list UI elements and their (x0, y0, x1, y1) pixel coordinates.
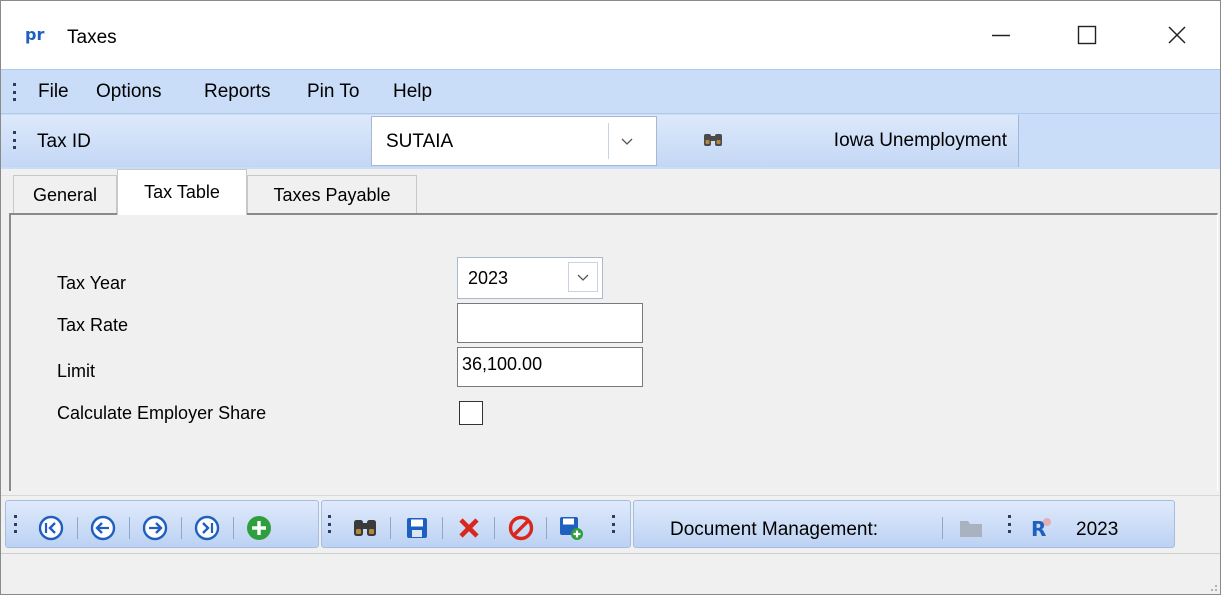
maximize-button[interactable] (1044, 1, 1130, 69)
tax-id-combo[interactable]: SUTAIA (371, 116, 657, 166)
limit-label: Limit (57, 361, 96, 381)
first-record-icon (38, 515, 64, 541)
toolbar-separator (233, 517, 234, 539)
previous-record-button[interactable] (90, 515, 116, 541)
tab-general-label: General (32, 185, 98, 205)
tax-description-button[interactable]: Iowa Unemployment (733, 116, 1017, 166)
tab-tax-table-label: Tax Table (144, 182, 220, 202)
tax-id-strip: Tax ID SUTAIA Iowa Unemployment (1, 115, 1019, 167)
chevron-down-icon (621, 138, 632, 145)
menu-grip-icon[interactable] (13, 83, 17, 101)
find-button[interactable] (352, 515, 378, 541)
year-button[interactable]: R (1028, 515, 1054, 541)
actions-segment (321, 500, 631, 548)
save-new-icon (560, 517, 583, 540)
tax-year-combo[interactable]: 2023 (457, 257, 603, 299)
tax-id-value: SUTAIA (386, 131, 454, 152)
employer-share-label: Calculate Employer Share (57, 403, 267, 423)
year-label[interactable]: 2023 (1076, 519, 1118, 541)
tax-year-value: 2023 (468, 268, 509, 288)
minimize-button[interactable] (958, 1, 1044, 69)
toolbar-separator (494, 517, 495, 539)
tax-table-panel: Tax Year 2023 Tax Rate Limit 36,100.00 C… (9, 213, 1218, 491)
menu-options[interactable]: Options (96, 81, 161, 103)
toolbar-grip-icon[interactable] (612, 515, 616, 533)
last-record-icon (194, 515, 220, 541)
document-management-label[interactable]: Document Management: (670, 519, 878, 541)
tax-description: Iowa Unemployment (833, 130, 1007, 151)
employer-share-checkbox[interactable] (459, 401, 483, 425)
tax-id-toolbar: Tax ID SUTAIA Iowa Unemployment (1, 113, 1220, 169)
reports-r-icon: R (1031, 517, 1051, 541)
tab-taxes-payable[interactable]: Taxes Payable (247, 175, 417, 215)
toolbar-separator (442, 517, 443, 539)
next-record-button[interactable] (142, 515, 168, 541)
delete-button[interactable] (456, 515, 482, 541)
maximize-icon (1077, 25, 1097, 45)
chevron-down-icon (577, 274, 589, 281)
find-icon (354, 520, 376, 536)
save-icon (407, 518, 427, 538)
toolbar-grip-icon[interactable] (328, 515, 332, 533)
cancel-icon (508, 515, 534, 541)
save-new-button[interactable] (558, 515, 584, 541)
menu-pin-to[interactable]: Pin To (307, 81, 359, 103)
navigation-segment (5, 500, 319, 548)
menu-reports[interactable]: Reports (204, 81, 271, 103)
taxes-window: pr Taxes File Options Reports Pin To Hel… (0, 0, 1221, 595)
toolbar-separator (129, 517, 130, 539)
tax-id-dropdown-button[interactable] (608, 123, 644, 159)
toolbar-separator (390, 517, 391, 539)
tax-rate-input[interactable] (457, 303, 643, 343)
last-record-button[interactable] (194, 515, 220, 541)
folder-icon (960, 521, 982, 537)
close-button[interactable] (1134, 1, 1220, 69)
delete-icon (459, 518, 479, 538)
menu-help[interactable]: Help (393, 81, 432, 103)
status-bar (1, 553, 1220, 594)
close-icon (1168, 26, 1186, 44)
previous-record-icon (90, 515, 116, 541)
toolbar-separator (181, 517, 182, 539)
add-record-button[interactable] (246, 515, 272, 541)
toolbar-separator (546, 517, 547, 539)
tab-tax-table[interactable]: Tax Table (117, 169, 247, 215)
document-management-segment: Document Management: R 2023 (633, 500, 1175, 548)
binoculars-icon (704, 134, 722, 146)
menu-file[interactable]: File (38, 81, 69, 103)
toolbar-grip-icon[interactable] (1008, 515, 1012, 533)
limit-input[interactable]: 36,100.00 (457, 347, 643, 387)
tab-taxes-payable-label: Taxes Payable (273, 185, 391, 205)
tax-id-find-button[interactable] (695, 121, 731, 159)
app-icon: pr (25, 25, 45, 44)
window-title: Taxes (67, 27, 117, 48)
first-record-button[interactable] (38, 515, 64, 541)
save-button[interactable] (404, 515, 430, 541)
tax-year-label: Tax Year (57, 273, 127, 293)
resize-grip-icon[interactable] (1206, 580, 1218, 592)
title-bar: pr Taxes (1, 1, 1220, 69)
tax-id-label: Tax ID (37, 131, 91, 152)
toolbar-separator (942, 517, 943, 539)
toolbar-grip-icon[interactable] (14, 515, 18, 533)
toolbar-grip-icon[interactable] (13, 131, 17, 149)
cancel-button[interactable] (508, 515, 534, 541)
tab-general[interactable]: General (13, 175, 117, 215)
record-toolbar: Document Management: R 2023 (1, 495, 1220, 551)
next-record-icon (142, 515, 168, 541)
add-record-icon (247, 516, 271, 540)
toolbar-separator (77, 517, 78, 539)
tab-strip: General Tax Table Taxes Payable (1, 169, 1220, 215)
menu-bar: File Options Reports Pin To Help (1, 69, 1220, 113)
tax-rate-label: Tax Rate (57, 315, 129, 335)
minimize-icon (992, 34, 1010, 37)
tax-year-dropdown-button[interactable] (568, 262, 598, 292)
document-folder-button[interactable] (958, 515, 984, 541)
